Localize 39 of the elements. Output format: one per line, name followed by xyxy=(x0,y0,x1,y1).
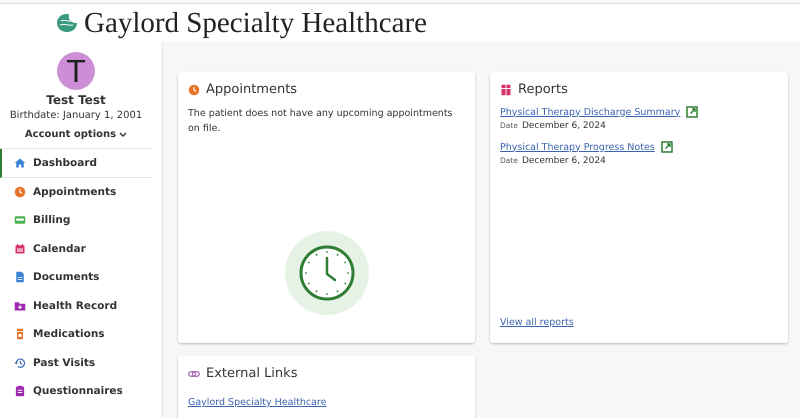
folder-icon xyxy=(14,300,26,312)
birthdate-text: Birthdate: January 1, 2001 xyxy=(10,110,142,121)
report-date: December 6, 2024 xyxy=(522,121,606,131)
chevron-down-icon xyxy=(119,132,128,138)
sidebar-item[interactable]: Billing xyxy=(0,206,152,234)
account-options-button[interactable]: Account options xyxy=(22,127,130,142)
external-link-icon[interactable] xyxy=(660,141,673,153)
bottle-icon xyxy=(14,328,26,340)
sidebar-item[interactable]: Calendar xyxy=(0,234,152,263)
avatar: T xyxy=(57,52,95,90)
report-date: December 6, 2024 xyxy=(522,156,606,166)
empty-message: The patient does not have any upcoming appointments on file. xyxy=(188,107,454,136)
report-link[interactable]: Physical Therapy Progress Notes xyxy=(500,142,655,152)
history-icon xyxy=(14,356,26,369)
card-title: Reports xyxy=(518,82,568,97)
logo-icon xyxy=(56,13,78,33)
card-title: External Links xyxy=(206,366,298,381)
clipboard-icon xyxy=(14,385,26,398)
sidebar-item[interactable]: Documents xyxy=(0,263,152,292)
card-icon xyxy=(14,214,26,226)
document-icon xyxy=(14,271,26,284)
sidebar-item[interactable]: Past Visits xyxy=(0,348,152,377)
external-link[interactable]: Gaylord Specialty Healthcare xyxy=(188,397,326,408)
sidebar-item[interactable]: Health Record xyxy=(0,292,152,320)
view-all-reports-link[interactable]: View all reports xyxy=(500,317,574,328)
report-icon xyxy=(500,84,512,96)
patient-name: Test Test xyxy=(46,93,106,107)
external-link-icon[interactable] xyxy=(686,106,698,118)
clock-icon xyxy=(14,186,26,198)
report-link[interactable]: Physical Therapy Discharge Summary xyxy=(500,106,680,118)
home-icon xyxy=(14,156,26,169)
clock-icon xyxy=(188,84,200,96)
logo-text: Gaylord Specialty Healthcare xyxy=(84,6,428,40)
sidebar-item[interactable]: Medications xyxy=(0,320,152,348)
sidebar-item[interactable]: Questionnaires xyxy=(0,377,152,406)
sidebar-item[interactable]: Dashboard xyxy=(0,149,152,178)
sidebar-item[interactable]: Appointments xyxy=(0,178,152,206)
card-title: Appointments xyxy=(206,82,298,97)
calendar-icon xyxy=(14,242,26,255)
